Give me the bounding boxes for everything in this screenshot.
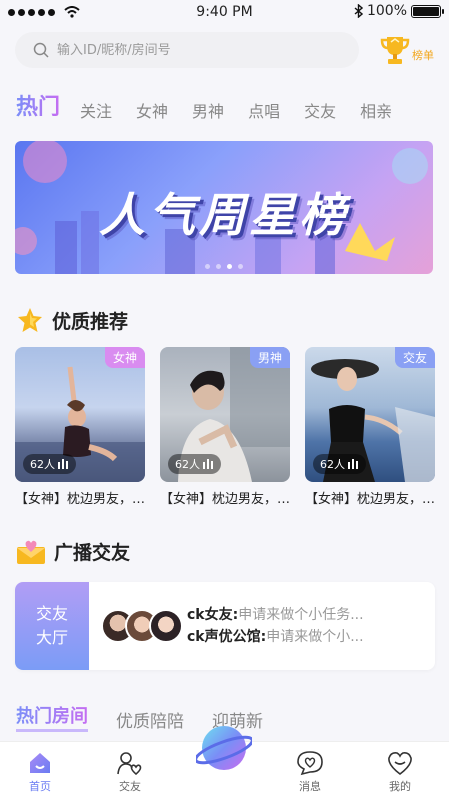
tab-hot-rooms[interactable]: 热门房间 [16, 702, 88, 732]
chat-heart-icon [297, 751, 323, 776]
search-icon [33, 42, 49, 58]
banner-dot[interactable] [238, 264, 243, 269]
broadcast-message: ck女友:申请来做个小任务... [187, 607, 364, 623]
room-caption: 【女神】枕边男友，说走就走的… [15, 492, 150, 507]
broadcast-section-header: 广播交友 [16, 538, 130, 565]
nav-friends[interactable]: 交友 [100, 748, 160, 794]
tab-dating[interactable]: 相亲 [360, 100, 392, 124]
quality-section-title: 优质推荐 [52, 310, 129, 333]
broadcast-card[interactable]: 交友 大厅 ck女友:申请来做个小任务... ck声优公馆:申请来做个小... [15, 582, 435, 670]
envelope-heart-icon [17, 540, 45, 564]
app-screen: 9:40 PM 100% 榜单 热门 关注 女神 男神 [0, 0, 449, 800]
tab-song-request[interactable]: 点唱 [248, 100, 280, 124]
tab-goddess[interactable]: 女神 [136, 100, 168, 124]
hall-label-line1: 交友 [35, 604, 68, 623]
audio-bars-icon [58, 459, 68, 469]
tab-quality-companions[interactable]: 优质陪陪 [116, 707, 184, 732]
bluetooth-icon [354, 4, 363, 18]
rank-label: 榜单 [412, 49, 434, 62]
trophy-icon [380, 37, 410, 64]
banner-dot[interactable] [205, 264, 210, 269]
tab-follow[interactable]: 关注 [80, 100, 112, 124]
avatar-stack [101, 609, 183, 643]
heart-icon [388, 752, 412, 776]
quality-section-header: 优质推荐 [16, 306, 128, 334]
room-tag: 男神 [249, 347, 290, 368]
star-icon [18, 308, 42, 332]
hall-label-line2: 大厅 [35, 628, 68, 647]
avatar [149, 609, 183, 643]
banner-title: 人气周星榜 [99, 188, 349, 242]
room-tag: 交友 [394, 347, 435, 368]
room-caption: 【女神】枕边男友，说走就走的… [160, 492, 295, 507]
nav-home[interactable]: 首页 [10, 748, 70, 794]
room-cover-image: 女神 62人 [15, 347, 145, 482]
friend-hall-button[interactable]: 交友 大厅 [15, 582, 89, 670]
room-tag: 女神 [104, 347, 145, 368]
banner-dot[interactable] [227, 264, 232, 269]
search-bar[interactable] [15, 32, 359, 68]
room-caption: 【女神】枕边男友，说走就走的… [305, 492, 440, 507]
battery-icon [411, 4, 444, 18]
promo-banner[interactable]: 人气周星榜 [15, 141, 433, 274]
tab-male-god[interactable]: 男神 [192, 100, 224, 124]
room-card[interactable]: 男神 62人 【女神】枕边男友，说走就走的… [160, 347, 295, 507]
rank-button[interactable]: 榜单 [380, 32, 436, 68]
battery-percent: 100% [366, 3, 407, 19]
viewer-count: 62人 [168, 454, 221, 474]
room-cover-image: 交友 62人 [305, 347, 435, 482]
search-input[interactable] [57, 42, 337, 58]
viewer-count: 62人 [313, 454, 366, 474]
broadcast-message: ck声优公馆:申请来做个小... [187, 629, 364, 645]
tab-hot[interactable]: 热门 [16, 92, 60, 124]
nav-messages[interactable]: 消息 [280, 748, 340, 794]
status-bar: 9:40 PM 100% [0, 0, 449, 26]
people-icon [117, 752, 142, 776]
home-icon [30, 753, 50, 773]
category-tabs: 热门 关注 女神 男神 点唱 交友 相亲 [16, 88, 446, 124]
center-planet-button[interactable] [194, 720, 254, 776]
audio-bars-icon [203, 459, 213, 469]
room-cover-image: 男神 62人 [160, 347, 290, 482]
viewer-count: 62人 [23, 454, 76, 474]
room-card[interactable]: 交友 62人 【女神】枕边男友，说走就走的… [305, 347, 440, 507]
broadcast-section-title: 广播交友 [54, 542, 131, 564]
broadcast-messages: ck女友:申请来做个小任务... ck声优公馆:申请来做个小... [187, 604, 427, 648]
audio-bars-icon [348, 459, 358, 469]
bottom-nav: 首页 交友 消息 我的 [0, 726, 449, 800]
room-card[interactable]: 女神 62人 【女神】枕边男友，说走就走的… [15, 347, 150, 507]
tab-friends[interactable]: 交友 [304, 100, 336, 124]
status-right: 100% [354, 3, 444, 19]
planet-icon [194, 726, 254, 770]
banner-dot[interactable] [216, 264, 221, 269]
nav-profile[interactable]: 我的 [370, 748, 430, 794]
recommend-cards: 女神 62人 【女神】枕边男友，说走就走的… 男神 62人 [15, 347, 440, 507]
banner-pagination [15, 264, 433, 269]
